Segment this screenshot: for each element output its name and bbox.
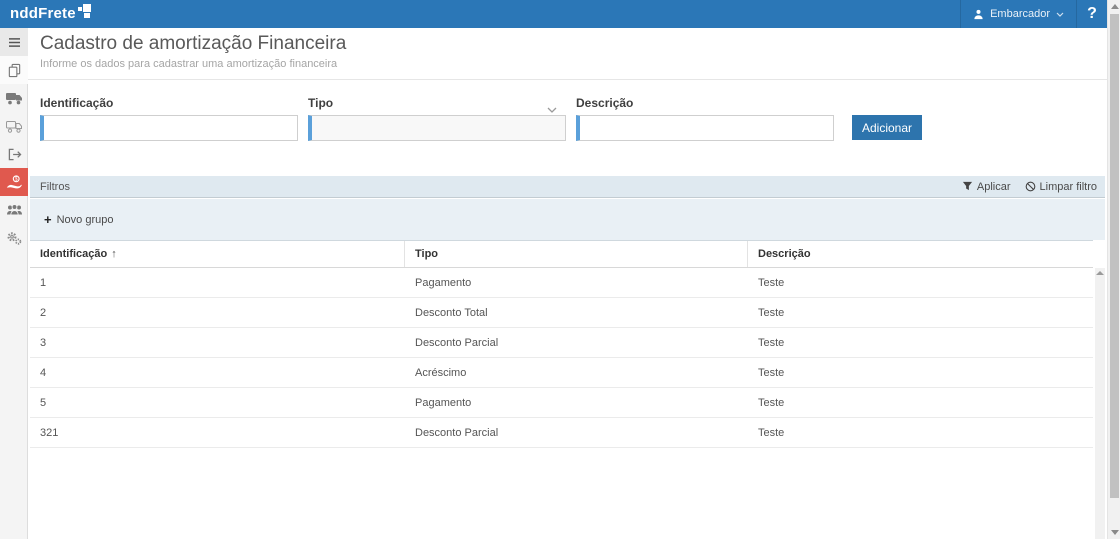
tipo-select[interactable] xyxy=(308,115,566,141)
cell-identificacao: 3 xyxy=(30,328,405,357)
ban-icon xyxy=(1025,181,1036,192)
cell-descricao: Teste xyxy=(748,328,1093,357)
field-descricao: Descrição xyxy=(576,96,834,141)
chevron-down-icon xyxy=(1056,12,1064,17)
users-icon xyxy=(6,204,23,216)
cell-tipo: Desconto Total xyxy=(405,298,748,327)
cell-tipo: Pagamento xyxy=(405,388,748,417)
app-window: nddFrete Embarcador ? xyxy=(0,0,1120,539)
sort-asc-icon: ↑ xyxy=(111,248,117,260)
column-header-identificacao[interactable]: Identificação ↑ xyxy=(30,241,405,267)
sidebar-item-users[interactable] xyxy=(0,196,28,224)
cell-identificacao: 4 xyxy=(30,358,405,387)
add-form: Identificação Tipo Descrição Adicionar xyxy=(40,96,1095,141)
apply-filter-label: Aplicar xyxy=(977,181,1011,193)
sidebar-item-export[interactable] xyxy=(0,140,28,168)
table-scrollbar[interactable] xyxy=(1095,268,1105,539)
sidebar-item-settings[interactable] xyxy=(0,224,28,252)
cell-identificacao: 321 xyxy=(30,418,405,447)
user-menu-label: Embarcador xyxy=(990,8,1050,20)
funnel-icon xyxy=(962,181,973,192)
filters-bar: Filtros Aplicar Limpar filtro xyxy=(30,176,1105,198)
cell-descricao: Teste xyxy=(748,358,1093,387)
field-tipo: Tipo xyxy=(308,96,566,141)
plus-icon: + xyxy=(44,212,52,227)
cell-tipo: Desconto Parcial xyxy=(405,328,748,357)
cell-descricao: Teste xyxy=(748,388,1093,417)
cell-identificacao: 1 xyxy=(30,268,405,297)
new-group-button[interactable]: + Novo grupo xyxy=(44,212,113,227)
cell-tipo: Acréscimo xyxy=(405,358,748,387)
column-header-tipo[interactable]: Tipo xyxy=(405,241,748,267)
apply-filter-button[interactable]: Aplicar xyxy=(962,181,1011,193)
sidebar-item-truck-outline[interactable] xyxy=(0,112,28,140)
header-right: Embarcador ? xyxy=(960,0,1107,28)
table-row[interactable]: 3 Desconto Parcial Teste xyxy=(30,328,1093,358)
sidebar-item-menu[interactable] xyxy=(0,28,28,56)
user-menu[interactable]: Embarcador xyxy=(960,0,1077,28)
identificacao-input[interactable] xyxy=(40,115,298,141)
column-header-label: Descrição xyxy=(758,248,811,260)
hand-coin-icon: $ xyxy=(6,175,22,190)
gears-icon xyxy=(6,231,22,245)
table-header: Identificação ↑ Tipo Descrição xyxy=(30,240,1093,268)
filters-actions: Aplicar Limpar filtro xyxy=(962,181,1097,193)
identificacao-label: Identificação xyxy=(40,96,298,110)
filters-body: + Novo grupo xyxy=(30,199,1105,240)
scroll-down-icon[interactable] xyxy=(1111,530,1119,535)
scroll-up-icon[interactable] xyxy=(1111,4,1119,9)
cell-tipo: Pagamento xyxy=(405,268,748,297)
table-row[interactable]: 4 Acréscimo Teste xyxy=(30,358,1093,388)
sidebar: $ xyxy=(0,28,28,539)
svg-text:$: $ xyxy=(15,176,18,182)
page-subtitle: Informe os dados para cadastrar uma amor… xyxy=(40,58,1095,70)
app-header: nddFrete Embarcador ? xyxy=(0,0,1107,28)
main-content: Cadastro de amortização Financeira Infor… xyxy=(28,28,1107,539)
table-row[interactable]: 1 Pagamento Teste xyxy=(30,268,1093,298)
scrollbar-thumb[interactable] xyxy=(1110,14,1119,498)
filters-title: Filtros xyxy=(40,181,70,193)
cell-descricao: Teste xyxy=(748,298,1093,327)
page-head: Cadastro de amortização Financeira Infor… xyxy=(28,28,1107,80)
exit-icon xyxy=(7,148,22,161)
table-row[interactable]: 5 Pagamento Teste xyxy=(30,388,1093,418)
column-header-descricao[interactable]: Descrição xyxy=(748,241,1093,267)
logo-squares-icon xyxy=(78,4,92,19)
column-header-label: Tipo xyxy=(415,248,438,260)
cell-descricao: Teste xyxy=(748,268,1093,297)
sidebar-item-documents[interactable] xyxy=(0,56,28,84)
app-logo[interactable]: nddFrete xyxy=(0,1,92,27)
copy-pages-icon xyxy=(7,63,22,78)
page-title: Cadastro de amortização Financeira xyxy=(40,33,1095,55)
cell-identificacao: 2 xyxy=(30,298,405,327)
help-button[interactable]: ? xyxy=(1077,0,1107,28)
scroll-up-icon[interactable] xyxy=(1096,271,1104,275)
clear-filter-button[interactable]: Limpar filtro xyxy=(1025,181,1097,193)
user-icon xyxy=(973,9,984,20)
descricao-input[interactable] xyxy=(576,115,834,141)
clear-filter-label: Limpar filtro xyxy=(1040,181,1097,193)
cell-descricao: Teste xyxy=(748,418,1093,447)
logo-text: nddFrete xyxy=(10,1,76,27)
column-header-label: Identificação xyxy=(40,248,107,260)
table-row[interactable]: 2 Desconto Total Teste xyxy=(30,298,1093,328)
truck-icon xyxy=(6,92,23,105)
sidebar-item-financial[interactable]: $ xyxy=(0,168,28,196)
truck-outline-icon xyxy=(6,120,23,133)
cell-tipo: Desconto Parcial xyxy=(405,418,748,447)
add-button[interactable]: Adicionar xyxy=(852,115,922,140)
table-row[interactable]: 321 Desconto Parcial Teste xyxy=(30,418,1093,448)
results-table: Identificação ↑ Tipo Descrição 1 Pagamen… xyxy=(30,240,1093,448)
menu-icon xyxy=(8,37,21,48)
descricao-label: Descrição xyxy=(576,96,834,110)
page-scrollbar[interactable] xyxy=(1107,0,1120,539)
new-group-label: Novo grupo xyxy=(57,214,114,226)
sidebar-item-truck[interactable] xyxy=(0,84,28,112)
field-identificacao: Identificação xyxy=(40,96,298,141)
cell-identificacao: 5 xyxy=(30,388,405,417)
tipo-label: Tipo xyxy=(308,96,566,110)
